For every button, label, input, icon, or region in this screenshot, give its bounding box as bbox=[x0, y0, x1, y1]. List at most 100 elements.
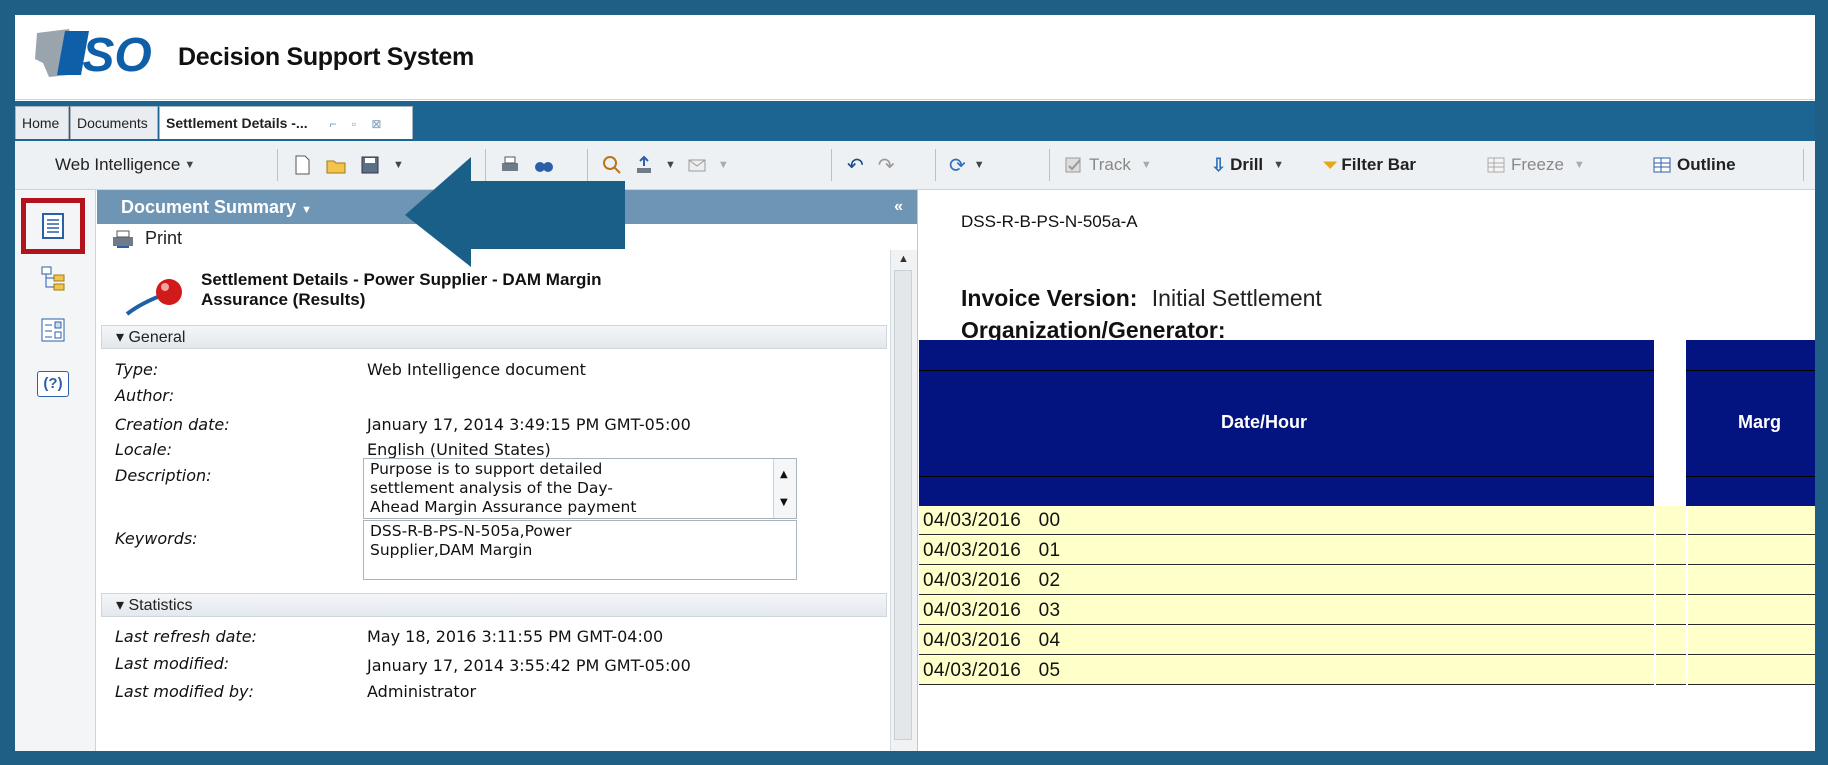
last-modified-by-label: Last modified by: bbox=[115, 682, 254, 701]
panel-scrollbar[interactable]: ▲ bbox=[890, 250, 917, 751]
track-button[interactable]: Track ▼ bbox=[1063, 152, 1152, 178]
margin-header-cell[interactable]: Marg bbox=[1686, 340, 1815, 506]
print-icon bbox=[113, 230, 133, 248]
table-cell[interactable] bbox=[1656, 626, 1686, 655]
description-line-3: Ahead Margin Assurance payment bbox=[370, 498, 637, 516]
date-hour-value: 04/03/2016 02 bbox=[923, 570, 1061, 591]
report-canvas: DSS-R-B-PS-N-505a-A Invoice Version: Ini… bbox=[919, 190, 1815, 751]
document-structure-icon[interactable] bbox=[35, 260, 71, 296]
filter-bar-button[interactable]: ⏷ Filter Bar bbox=[1323, 152, 1416, 178]
table-cell[interactable] bbox=[1688, 656, 1815, 685]
table-cell[interactable] bbox=[1656, 566, 1686, 595]
table-cell[interactable] bbox=[1656, 596, 1686, 625]
table-cell[interactable]: 04/03/2016 01 bbox=[919, 536, 1654, 565]
description-textarea[interactable]: Purpose is to support detailed settlemen… bbox=[363, 458, 797, 519]
keywords-line-2: Supplier,DAM Margin bbox=[370, 541, 533, 559]
table-cell[interactable]: 04/03/2016 05 bbox=[919, 656, 1654, 685]
save-icon[interactable] bbox=[359, 154, 381, 176]
description-scrollbar[interactable]: ▲ ▼ bbox=[773, 459, 796, 518]
scroll-up-icon[interactable]: ▲ bbox=[898, 253, 909, 265]
print-button[interactable]: Print bbox=[111, 228, 182, 249]
tab-settlement-details[interactable]: Settlement Details -... ⌐ ▫ ⊠ bbox=[159, 106, 413, 139]
table-cell[interactable] bbox=[1688, 536, 1815, 565]
redo-icon[interactable]: ↷ bbox=[878, 153, 895, 178]
tab-home[interactable]: Home bbox=[15, 106, 69, 139]
table-cell[interactable] bbox=[1656, 506, 1686, 535]
table-cell[interactable] bbox=[1688, 626, 1815, 655]
track-chevron-down-icon: ▼ bbox=[1140, 159, 1152, 171]
date-hour-header-cell[interactable]: Date/Hour bbox=[919, 340, 1654, 506]
drill-icon: ⇩ bbox=[1211, 154, 1227, 175]
tab-bar: Home Documents Settlement Details -... ⌐… bbox=[15, 101, 1815, 141]
table-cell[interactable] bbox=[1688, 506, 1815, 535]
author-label: Author: bbox=[115, 386, 175, 405]
toolbar-divider bbox=[935, 149, 936, 181]
header-top-band bbox=[1686, 340, 1815, 371]
description-label: Description: bbox=[115, 466, 212, 485]
table-row: 04/03/2016 02 bbox=[919, 566, 1815, 595]
outline-button[interactable]: Outline bbox=[1651, 152, 1736, 178]
general-section-header[interactable]: ▾ General bbox=[101, 325, 887, 349]
collapse-panel-button[interactable]: « bbox=[894, 190, 903, 224]
export-icon[interactable] bbox=[633, 154, 655, 176]
table-cell[interactable] bbox=[1656, 536, 1686, 565]
date-hour-value: 04/03/2016 00 bbox=[923, 510, 1061, 531]
new-document-icon[interactable] bbox=[291, 154, 313, 176]
panel-header-label: Document Summary bbox=[121, 197, 297, 217]
table-cell[interactable]: 04/03/2016 03 bbox=[919, 596, 1654, 625]
table-row: 04/03/2016 01 bbox=[919, 536, 1815, 565]
email-icon[interactable] bbox=[686, 154, 708, 176]
type-label: Type: bbox=[115, 360, 159, 379]
undo-icon[interactable]: ↶ bbox=[847, 153, 864, 178]
table-cell[interactable]: 04/03/2016 04 bbox=[919, 626, 1654, 655]
statistics-section-header[interactable]: ▾ Statistics bbox=[101, 593, 887, 617]
keywords-textarea[interactable]: DSS-R-B-PS-N-505a,Power Supplier,DAM Mar… bbox=[363, 520, 797, 580]
table-cell[interactable] bbox=[1656, 656, 1686, 685]
keywords-label: Keywords: bbox=[115, 529, 198, 548]
table-cell[interactable] bbox=[1688, 596, 1815, 625]
email-chevron-down-icon[interactable]: ▼ bbox=[718, 159, 729, 171]
tab-home-label: Home bbox=[22, 115, 60, 131]
scrollbar-thumb[interactable] bbox=[894, 270, 912, 740]
toolbar-divider bbox=[1803, 149, 1804, 181]
filter-funnel-icon: ⏷ bbox=[1323, 154, 1338, 175]
panel-header-title[interactable]: Document Summary ▼ bbox=[121, 190, 312, 227]
invoice-version: Invoice Version: Initial Settlement bbox=[961, 285, 1322, 312]
help-icon[interactable]: (?) bbox=[35, 366, 71, 402]
save-chevron-down-icon[interactable]: ▼ bbox=[393, 159, 404, 171]
input-controls-icon[interactable] bbox=[35, 312, 71, 348]
table-cell[interactable]: 04/03/2016 02 bbox=[919, 566, 1654, 595]
screenshot-frame: ISO Decision Support System Home Documen… bbox=[6, 6, 1816, 753]
table-cell[interactable]: 04/03/2016 00 bbox=[919, 506, 1654, 535]
scroll-down-icon[interactable]: ▼ bbox=[780, 493, 788, 512]
header-bottom-band bbox=[919, 476, 1654, 507]
keywords-line-1: DSS-R-B-PS-N-505a,Power bbox=[370, 522, 572, 540]
document-summary-icon[interactable] bbox=[35, 208, 71, 244]
app-title: Decision Support System bbox=[178, 43, 474, 71]
table-cell[interactable] bbox=[1688, 566, 1815, 595]
last-refresh-value: May 18, 2016 3:11:55 PM GMT-04:00 bbox=[367, 627, 664, 646]
freeze-button[interactable]: Freeze ▼ bbox=[1485, 152, 1585, 178]
locale-label: Locale: bbox=[115, 440, 172, 459]
web-intelligence-document-icon bbox=[125, 279, 182, 316]
header-top-band bbox=[919, 340, 1654, 371]
tab-documents[interactable]: Documents bbox=[70, 106, 158, 139]
scroll-up-icon[interactable]: ▲ bbox=[780, 465, 788, 484]
export-chevron-down-icon[interactable]: ▼ bbox=[665, 159, 676, 171]
date-hour-header: Date/Hour bbox=[1221, 412, 1308, 432]
track-label: Track bbox=[1089, 155, 1131, 174]
toolbar-divider bbox=[1049, 149, 1050, 181]
date-hour-value: 04/03/2016 01 bbox=[923, 540, 1061, 561]
open-folder-icon[interactable] bbox=[325, 154, 347, 176]
tab-window-controls-icon[interactable]: ⌐ ▫ ⊠ bbox=[329, 108, 387, 141]
left-sidebar: (?) bbox=[15, 190, 96, 751]
refresh-chevron-down-icon[interactable]: ▼ bbox=[974, 159, 985, 171]
creation-date-value: January 17, 2014 3:49:15 PM GMT-05:00 bbox=[367, 415, 691, 434]
svg-text:ISO: ISO bbox=[69, 29, 152, 82]
freeze-chevron-down-icon: ▼ bbox=[1573, 159, 1585, 171]
drill-button[interactable]: ⇩ Drill ▼ bbox=[1211, 152, 1284, 178]
refresh-icon[interactable]: ⟳ bbox=[949, 153, 966, 178]
track-icon bbox=[1065, 157, 1081, 173]
print-label: Print bbox=[145, 228, 183, 248]
web-intelligence-menu[interactable]: Web Intelligence ▼ bbox=[55, 152, 195, 178]
